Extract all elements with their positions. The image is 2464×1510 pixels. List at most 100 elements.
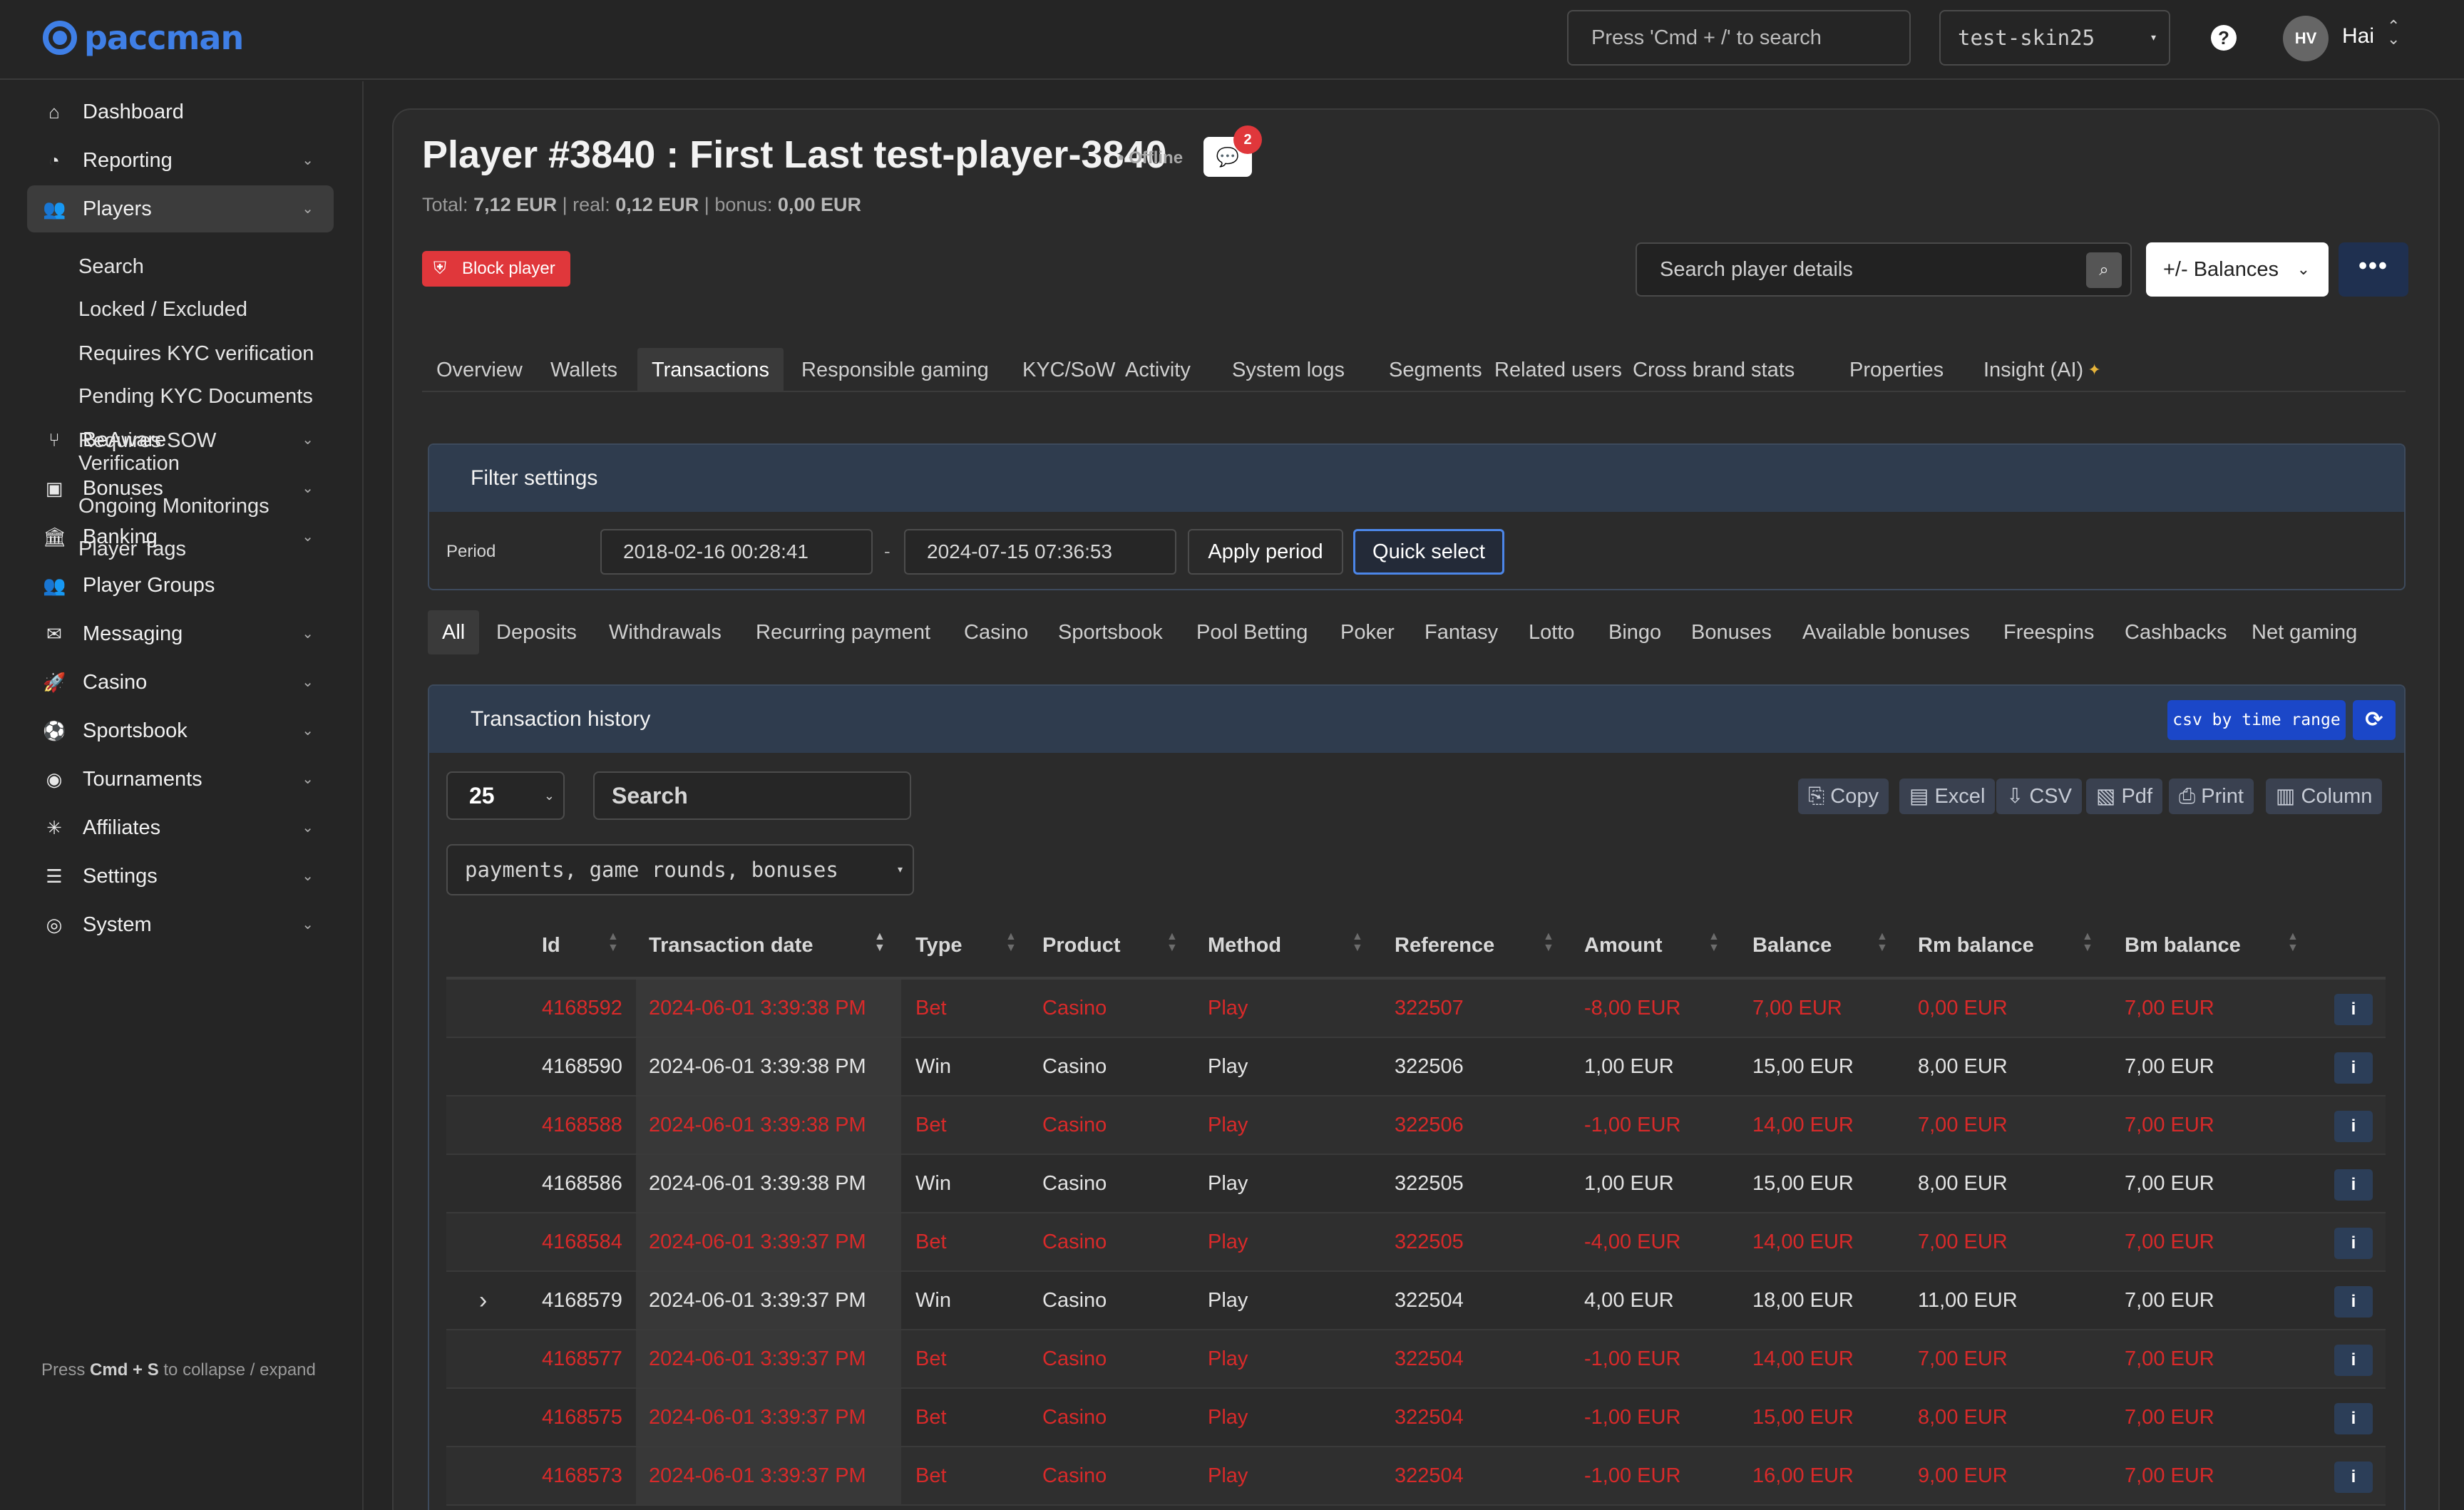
excel-button[interactable]: ▤ Excel bbox=[1899, 779, 1996, 814]
sidebar-item-players[interactable]: 👥 Players ⌄ bbox=[27, 185, 334, 232]
refresh-icon[interactable]: ⟳ bbox=[2353, 700, 2396, 740]
table-row[interactable]: 4168586 2024-06-01 3:39:38 PM Win Casino Pla… bbox=[446, 1155, 2386, 1213]
column-header-method[interactable]: Method bbox=[1208, 934, 1281, 957]
tab-transactions[interactable]: Transactions bbox=[637, 348, 784, 392]
sidebar-item-tournaments[interactable]: ◉ Tournaments ⌄ bbox=[27, 756, 334, 803]
table-row[interactable]: 4168590 2024-06-01 3:39:38 PM Win Casino Pla… bbox=[446, 1038, 2386, 1096]
column-header-transaction-date[interactable]: Transaction date bbox=[649, 934, 813, 957]
sidebar-item-system[interactable]: ◎ System ⌄ bbox=[27, 901, 334, 948]
search-icon[interactable]: ⌕ bbox=[2086, 252, 2122, 288]
sidebar-subitem[interactable]: Search bbox=[78, 254, 144, 279]
info-button[interactable]: i bbox=[2334, 1345, 2373, 1376]
subtab-net-gaming[interactable]: Net gaming bbox=[2237, 610, 2371, 654]
subtab-poker[interactable]: Poker bbox=[1326, 610, 1409, 654]
copy-button[interactable]: ⎘ Copy bbox=[1798, 779, 1889, 814]
sort-icon[interactable]: ▲ ▼ bbox=[2287, 931, 2299, 954]
sidebar-item-settings[interactable]: ☰ Settings ⌄ bbox=[27, 853, 334, 900]
table-row[interactable]: 4168592 2024-06-01 3:39:38 PM Bet Casino Pla… bbox=[446, 980, 2386, 1038]
sidebar-subitem[interactable]: Requires KYC verification bbox=[78, 341, 314, 366]
subtab-lotto[interactable]: Lotto bbox=[1514, 610, 1589, 654]
sidebar-item-player-groups[interactable]: 👥 Player Groups bbox=[27, 562, 334, 609]
sidebar-subitem[interactable]: Ongoing Monitorings bbox=[78, 493, 270, 519]
table-row[interactable]: 4168575 2024-06-01 3:39:37 PM Bet Casino Pla… bbox=[446, 1389, 2386, 1447]
period-to-input[interactable]: 2024-07-15 07:36:53 bbox=[904, 529, 1176, 575]
quick-select-button[interactable]: Quick select bbox=[1353, 529, 1504, 575]
apply-period-button[interactable]: Apply period bbox=[1188, 529, 1343, 575]
chevron-right-icon[interactable]: › bbox=[479, 1272, 487, 1329]
csv-button[interactable]: ⇩ CSV bbox=[1996, 779, 2082, 814]
subtab-pool-betting[interactable]: Pool Betting bbox=[1182, 610, 1322, 654]
more-options-button[interactable]: ••• bbox=[2339, 242, 2408, 297]
user-name[interactable]: Hai bbox=[2342, 24, 2374, 48]
table-search-input[interactable]: Search bbox=[593, 771, 911, 820]
global-search-input[interactable]: Press 'Cmd + /' to search bbox=[1567, 10, 1911, 66]
sidebar-item-affiliates[interactable]: ✳ Affiliates ⌄ bbox=[27, 804, 334, 851]
sidebar-item-reporting[interactable]: ◔ Reporting ⌄ bbox=[27, 137, 334, 184]
subtab-available-bonuses[interactable]: Available bonuses bbox=[1788, 610, 1984, 654]
avatar[interactable]: HV bbox=[2283, 16, 2329, 61]
pdf-button[interactable]: ▧ Pdf bbox=[2086, 779, 2162, 814]
table-row[interactable]: 4168577 2024-06-01 3:39:37 PM Bet Casino Pla… bbox=[446, 1330, 2386, 1389]
sort-icon[interactable]: ▲ ▼ bbox=[1005, 931, 1017, 954]
info-button[interactable]: i bbox=[2334, 1111, 2373, 1142]
sidebar-subitem[interactable]: Requires SOW bbox=[78, 428, 216, 453]
info-button[interactable]: i bbox=[2334, 1286, 2373, 1318]
info-button[interactable]: i bbox=[2334, 994, 2373, 1025]
column-header-id[interactable]: Id bbox=[542, 934, 560, 957]
column-button[interactable]: ▥ Column bbox=[2266, 779, 2383, 814]
table-row[interactable]: 4168573 2024-06-01 3:39:37 PM Bet Casino Pla… bbox=[446, 1447, 2386, 1506]
sidebar-subitem[interactable]: Pending KYC Documents bbox=[78, 384, 313, 409]
skin-select[interactable]: test-skin25 ▾ bbox=[1939, 10, 2170, 66]
tab-properties[interactable]: Properties bbox=[1835, 348, 1958, 392]
page-length-select[interactable]: 25 ⌄ bbox=[446, 771, 565, 820]
tab-segments[interactable]: Segments bbox=[1375, 348, 1497, 392]
sidebar-item-casino[interactable]: 🚀 Casino ⌄ bbox=[27, 659, 334, 706]
subtab-sportsbook[interactable]: Sportsbook bbox=[1044, 610, 1177, 654]
sidebar-item-sportsbook[interactable]: ⚽ Sportsbook ⌄ bbox=[27, 707, 334, 754]
tab-cross-brand-stats[interactable]: Cross brand stats bbox=[1618, 348, 1809, 392]
subtab-cashbacks[interactable]: Cashbacks bbox=[2110, 610, 2241, 654]
subtab-bonuses[interactable]: Bonuses bbox=[1677, 610, 1786, 654]
tab-responsible-gaming[interactable]: Responsible gaming bbox=[787, 348, 1003, 392]
tab-wallets[interactable]: Wallets bbox=[536, 348, 632, 392]
subtab-all[interactable]: All bbox=[428, 610, 480, 654]
table-row[interactable]: 4168584 2024-06-01 3:39:37 PM Bet Casino Pla… bbox=[446, 1213, 2386, 1272]
info-button[interactable]: i bbox=[2334, 1052, 2373, 1084]
info-button[interactable]: i bbox=[2334, 1228, 2373, 1259]
tab-activity[interactable]: Activity bbox=[1111, 348, 1205, 392]
table-row[interactable]: › 4168579 2024-06-01 3:39:37 PM Win Casino Pl… bbox=[446, 1272, 2386, 1330]
sort-icon[interactable]: ▲ ▼ bbox=[1166, 931, 1178, 954]
sidebar-item-messaging[interactable]: ✉ Messaging ⌄ bbox=[27, 610, 334, 657]
subtab-freespins[interactable]: Freespins bbox=[1989, 610, 2108, 654]
sort-icon[interactable]: ▲ ▼ bbox=[1708, 931, 1720, 954]
table-row[interactable]: 4168588 2024-06-01 3:39:38 PM Bet Casino Pla… bbox=[446, 1096, 2386, 1155]
tab-related-users[interactable]: Related users bbox=[1480, 348, 1636, 392]
column-header-balance[interactable]: Balance bbox=[1752, 934, 1832, 957]
print-button[interactable]: ⎙ Print bbox=[2169, 779, 2254, 814]
block-player-button[interactable]: ⛨ Block player bbox=[422, 251, 570, 287]
subtab-fantasy[interactable]: Fantasy bbox=[1410, 610, 1512, 654]
period-from-input[interactable]: 2018-02-16 00:28:41 bbox=[600, 529, 873, 575]
tab-system-logs[interactable]: System logs bbox=[1218, 348, 1359, 392]
column-header-type[interactable]: Type bbox=[915, 934, 962, 957]
player-details-search-input[interactable]: Search player details ⌕ bbox=[1636, 242, 2132, 297]
info-button[interactable]: i bbox=[2334, 1403, 2373, 1434]
sidebar-subitem[interactable]: Player Tags bbox=[78, 536, 186, 562]
column-header-amount[interactable]: Amount bbox=[1584, 934, 1663, 957]
tab-overview[interactable]: Overview bbox=[422, 348, 537, 392]
transaction-type-select[interactable]: payments, game rounds, bonuses ▾ bbox=[446, 844, 914, 895]
brand-logo[interactable]: paccman bbox=[43, 19, 244, 57]
info-button[interactable]: i bbox=[2334, 1462, 2373, 1493]
column-header-reference[interactable]: Reference bbox=[1395, 934, 1494, 957]
subtab-bingo[interactable]: Bingo bbox=[1594, 610, 1675, 654]
balances-button[interactable]: +/- Balances ⌄ bbox=[2146, 242, 2329, 297]
subtab-deposits[interactable]: Deposits bbox=[482, 610, 591, 654]
sort-icon[interactable]: ▲ ▼ bbox=[1352, 931, 1363, 954]
subtab-withdrawals[interactable]: Withdrawals bbox=[595, 610, 736, 654]
tab-insight-ai[interactable]: Insight (AI) ✦ bbox=[1969, 348, 2115, 392]
sidebar-item-dashboard[interactable]: ⌂ Dashboard bbox=[27, 88, 334, 135]
help-icon[interactable]: ? bbox=[2211, 25, 2237, 51]
chevron-updown-icon[interactable]: ⌃ ⌄ bbox=[2387, 19, 2400, 47]
column-header-bm-balance[interactable]: Bm balance bbox=[2125, 934, 2241, 957]
sidebar-subitem[interactable]: Locked / Excluded bbox=[78, 297, 247, 322]
